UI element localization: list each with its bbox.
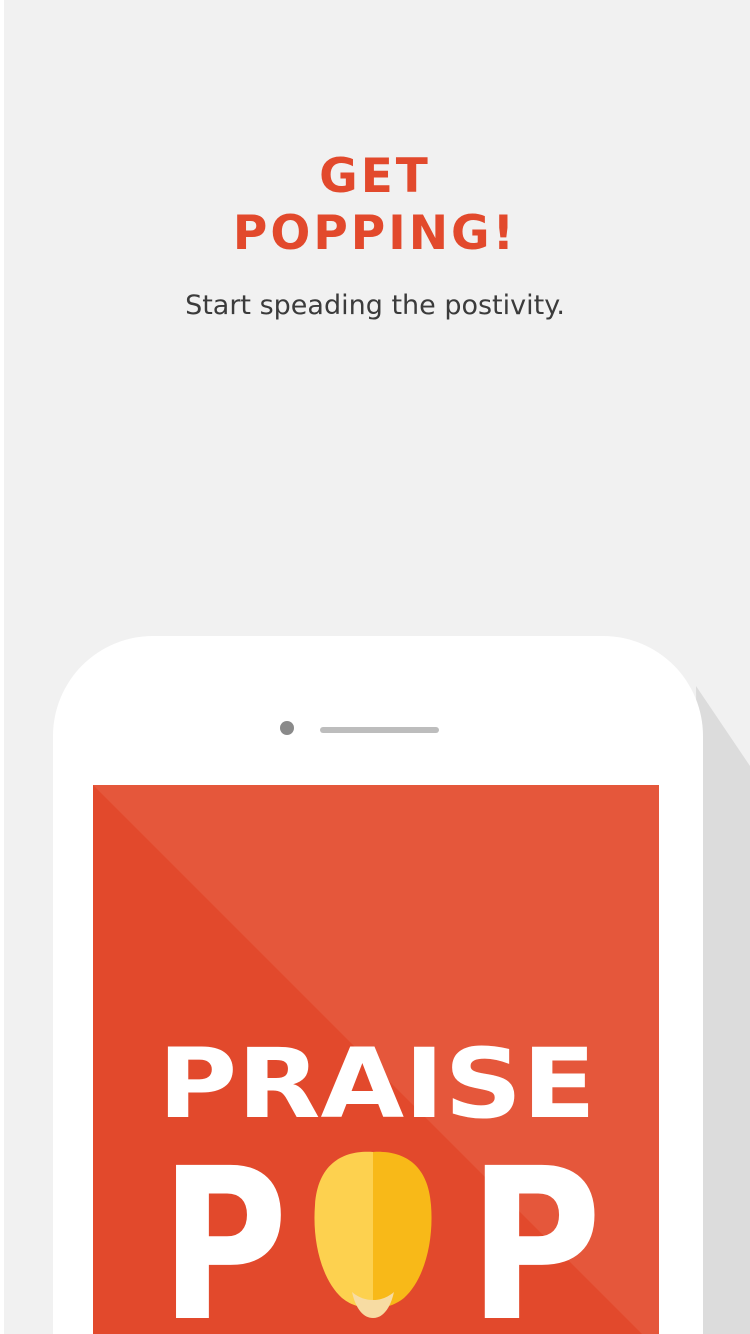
onboarding-screen: GET POPPING! Start speading the postivit… xyxy=(0,0,750,1334)
brand-letter-p-left: P xyxy=(160,1123,288,1334)
phone-illustration: PRAISE P P xyxy=(53,636,750,1334)
phone-shadow xyxy=(696,686,750,1334)
brand-letter-p-right: P xyxy=(468,1123,602,1334)
speaker-icon xyxy=(320,727,439,733)
camera-icon xyxy=(280,721,294,735)
